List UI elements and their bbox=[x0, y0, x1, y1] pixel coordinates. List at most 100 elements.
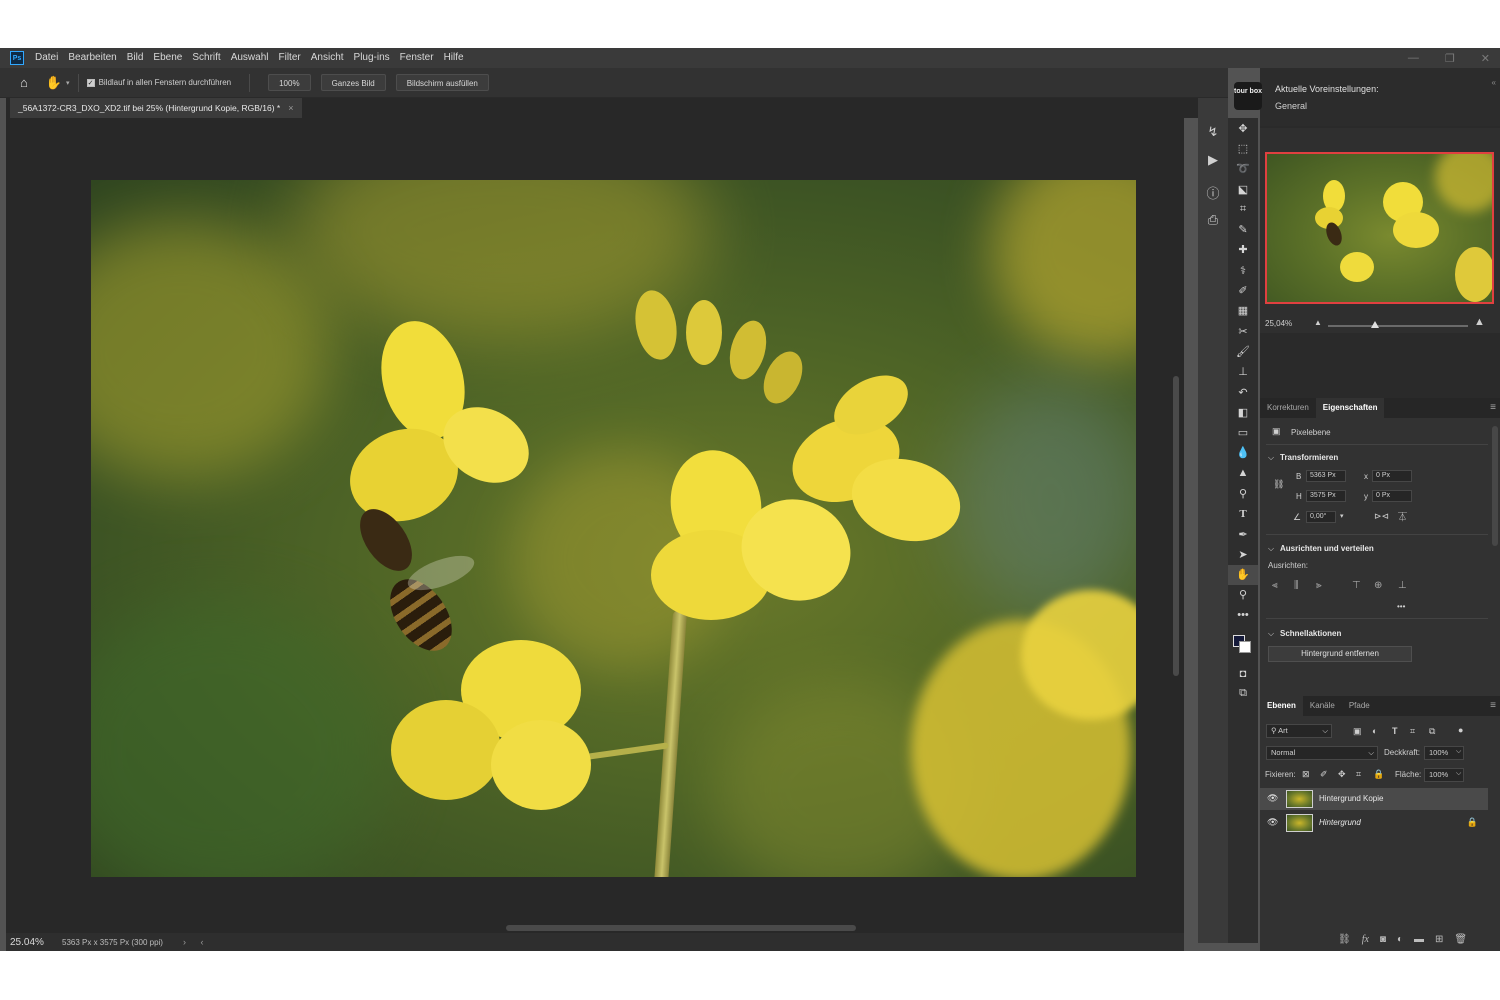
properties-scrollbar[interactable] bbox=[1492, 426, 1498, 686]
flip-horizontal-icon[interactable]: ⊳⊲ bbox=[1374, 511, 1389, 522]
horizontal-scrollbar[interactable] bbox=[196, 924, 1176, 932]
height-field[interactable]: 3575 Px bbox=[1306, 490, 1346, 502]
navigator-zoom-value[interactable]: 25,04% bbox=[1265, 319, 1292, 328]
type-tool-icon[interactable]: T bbox=[1228, 504, 1258, 524]
tourbox-preset[interactable]: General bbox=[1275, 101, 1307, 111]
width-field[interactable]: 5363 Px bbox=[1306, 470, 1346, 482]
quick-actions-title[interactable]: Schnellaktionen bbox=[1280, 629, 1341, 638]
lock-artboard-icon[interactable]: ⌗ bbox=[1356, 769, 1361, 780]
hand-tool-icon[interactable]: ✋ bbox=[1228, 564, 1258, 585]
paint-brush-tool-icon[interactable]: 🖌 bbox=[1228, 341, 1258, 361]
y-field[interactable]: 0 Px bbox=[1372, 490, 1412, 502]
menu-filter[interactable]: Filter bbox=[274, 48, 306, 68]
status-arrows-icon[interactable]: › ‹ bbox=[183, 937, 210, 947]
canvas-area[interactable] bbox=[6, 118, 1184, 933]
filter-type-icon[interactable]: T bbox=[1392, 726, 1398, 736]
new-layer-icon[interactable]: ⊞ bbox=[1435, 934, 1443, 945]
patch-tool-icon[interactable]: ▦ bbox=[1228, 301, 1258, 321]
link-icon[interactable]: ⛓ bbox=[1273, 479, 1284, 490]
quick-mask-icon[interactable]: ◘ bbox=[1228, 663, 1258, 683]
align-bottom-icon[interactable]: ⊥ bbox=[1398, 580, 1407, 591]
menu-schrift[interactable]: Schrift bbox=[187, 48, 225, 68]
pen-tool-icon[interactable]: ✒ bbox=[1228, 524, 1258, 544]
navigator-thumbnail[interactable] bbox=[1265, 152, 1494, 304]
flip-vertical-icon[interactable]: ⏄ bbox=[1398, 510, 1407, 523]
chevron-down-icon[interactable]: ▾ bbox=[1340, 512, 1344, 520]
add-mask-icon[interactable]: ◙ bbox=[1380, 934, 1386, 945]
navigator-view-frame[interactable] bbox=[1265, 152, 1494, 304]
minimize-icon[interactable]: — bbox=[1408, 52, 1419, 64]
chevron-down-icon[interactable]: ⌵ bbox=[1268, 544, 1274, 554]
align-center-h-icon[interactable]: ⫼ bbox=[1294, 580, 1299, 591]
transform-section-title[interactable]: Transformieren bbox=[1280, 453, 1338, 462]
object-selection-tool-icon[interactable]: ⬕ bbox=[1228, 179, 1258, 199]
menu-ebene[interactable]: Ebene bbox=[148, 48, 187, 68]
dodge-tool-icon[interactable]: ⚲ bbox=[1228, 483, 1258, 503]
layer-style-icon[interactable]: fx bbox=[1362, 934, 1369, 945]
align-center-v-icon[interactable]: ⊕ bbox=[1374, 580, 1382, 591]
sharpen-tool-icon[interactable]: ▲ bbox=[1228, 463, 1258, 483]
home-icon[interactable]: ⌂ bbox=[20, 75, 28, 90]
horizontal-scroll-thumb[interactable] bbox=[506, 925, 856, 931]
hand-tool-preset-icon[interactable]: ✋ bbox=[46, 75, 62, 91]
menu-ansicht[interactable]: Ansicht bbox=[306, 48, 349, 68]
properties-scroll-thumb[interactable] bbox=[1492, 426, 1498, 546]
restore-icon[interactable]: ❐ bbox=[1445, 52, 1455, 65]
chevron-down-icon[interactable]: ⌵ bbox=[1456, 748, 1461, 756]
lock-all-icon[interactable]: 🔒 bbox=[1373, 769, 1384, 780]
menu-datei[interactable]: Datei bbox=[30, 48, 63, 68]
document-image[interactable] bbox=[91, 180, 1136, 877]
panel-collapse-icon[interactable]: « bbox=[1492, 78, 1496, 87]
menu-bearbeiten[interactable]: Bearbeiten bbox=[63, 48, 121, 68]
move-tool-icon[interactable]: ✥ bbox=[1228, 118, 1258, 138]
eraser-tool-icon[interactable]: ◧ bbox=[1228, 402, 1258, 422]
crop-tool-icon[interactable]: ⌗ bbox=[1228, 199, 1258, 219]
status-zoom[interactable]: 25.04% bbox=[10, 937, 56, 948]
spot-healing-tool-icon[interactable]: ✚ bbox=[1228, 240, 1258, 260]
align-section-title[interactable]: Ausrichten und verteilen bbox=[1280, 544, 1374, 553]
tab-korrekturen[interactable]: Korrekturen bbox=[1260, 398, 1316, 418]
layer-item[interactable]: 👁 Hintergrund 🔒 bbox=[1260, 812, 1488, 834]
clone-source-icon[interactable]: ⎙ bbox=[1198, 206, 1228, 234]
tab-close-icon[interactable]: × bbox=[288, 103, 293, 113]
zoom-out-icon[interactable]: ▲ bbox=[1314, 318, 1322, 327]
actions-play-icon[interactable]: ▶ bbox=[1198, 146, 1228, 174]
fit-screen-button[interactable]: Ganzes Bild bbox=[320, 74, 386, 91]
menu-hilfe[interactable]: Hilfe bbox=[439, 48, 469, 68]
chevron-down-icon[interactable]: ⌵ bbox=[1268, 629, 1274, 639]
info-icon[interactable]: ⓘ bbox=[1198, 178, 1228, 206]
zoom-100-button[interactable]: 100% bbox=[268, 74, 311, 91]
delete-layer-icon[interactable]: 🗑 bbox=[1454, 934, 1467, 945]
new-group-icon[interactable]: ▬ bbox=[1414, 934, 1424, 945]
more-options-icon[interactable]: ••• bbox=[1397, 602, 1405, 611]
visibility-eye-icon[interactable]: 👁 bbox=[1267, 793, 1278, 804]
eyedropper-tool-icon[interactable]: ✎ bbox=[1228, 219, 1258, 239]
chevron-down-icon[interactable]: ⌵ bbox=[1456, 770, 1461, 778]
menu-plugins[interactable]: Plug-ins bbox=[349, 48, 395, 68]
history-brush-tool-icon[interactable]: ↶ bbox=[1228, 382, 1258, 402]
tab-eigenschaften[interactable]: Eigenschaften bbox=[1315, 398, 1385, 418]
zoom-slider-knob[interactable] bbox=[1371, 321, 1380, 328]
menu-bild[interactable]: Bild bbox=[122, 48, 149, 68]
tab-pfade[interactable]: Pfade bbox=[1342, 696, 1377, 716]
background-color-swatch[interactable] bbox=[1239, 641, 1251, 654]
zoom-tool-icon[interactable]: ⚲ bbox=[1228, 585, 1258, 605]
angle-field[interactable]: 0,00° bbox=[1306, 511, 1336, 523]
blend-mode-select[interactable]: Normal ⌵ bbox=[1266, 746, 1378, 760]
tab-ebenen[interactable]: Ebenen bbox=[1260, 696, 1303, 716]
vertical-scrollbar[interactable] bbox=[1172, 126, 1180, 916]
layer-name[interactable]: Hintergrund Kopie bbox=[1319, 794, 1383, 803]
filter-toggle-icon[interactable]: ● bbox=[1458, 725, 1463, 735]
align-top-icon[interactable]: ⊤ bbox=[1352, 580, 1361, 591]
adjustment-layer-icon[interactable]: ◐ bbox=[1397, 934, 1403, 945]
checkbox-check-icon[interactable]: ✓ bbox=[86, 78, 95, 87]
visibility-eye-icon[interactable]: 👁 bbox=[1267, 817, 1278, 828]
more-tools-icon[interactable]: ••• bbox=[1228, 605, 1258, 625]
gradient-tool-icon[interactable]: ▭ bbox=[1228, 422, 1258, 442]
healing-brush-tool-icon[interactable]: ⚕ bbox=[1228, 260, 1258, 280]
chevron-down-icon[interactable]: ⌵ bbox=[1268, 453, 1274, 463]
blur-tool-icon[interactable]: 💧 bbox=[1228, 443, 1258, 463]
close-icon[interactable]: ✕ bbox=[1481, 52, 1490, 65]
red-eye-tool-icon[interactable]: ✂ bbox=[1228, 321, 1258, 341]
panel-menu-icon[interactable]: ≡ bbox=[1490, 402, 1496, 413]
